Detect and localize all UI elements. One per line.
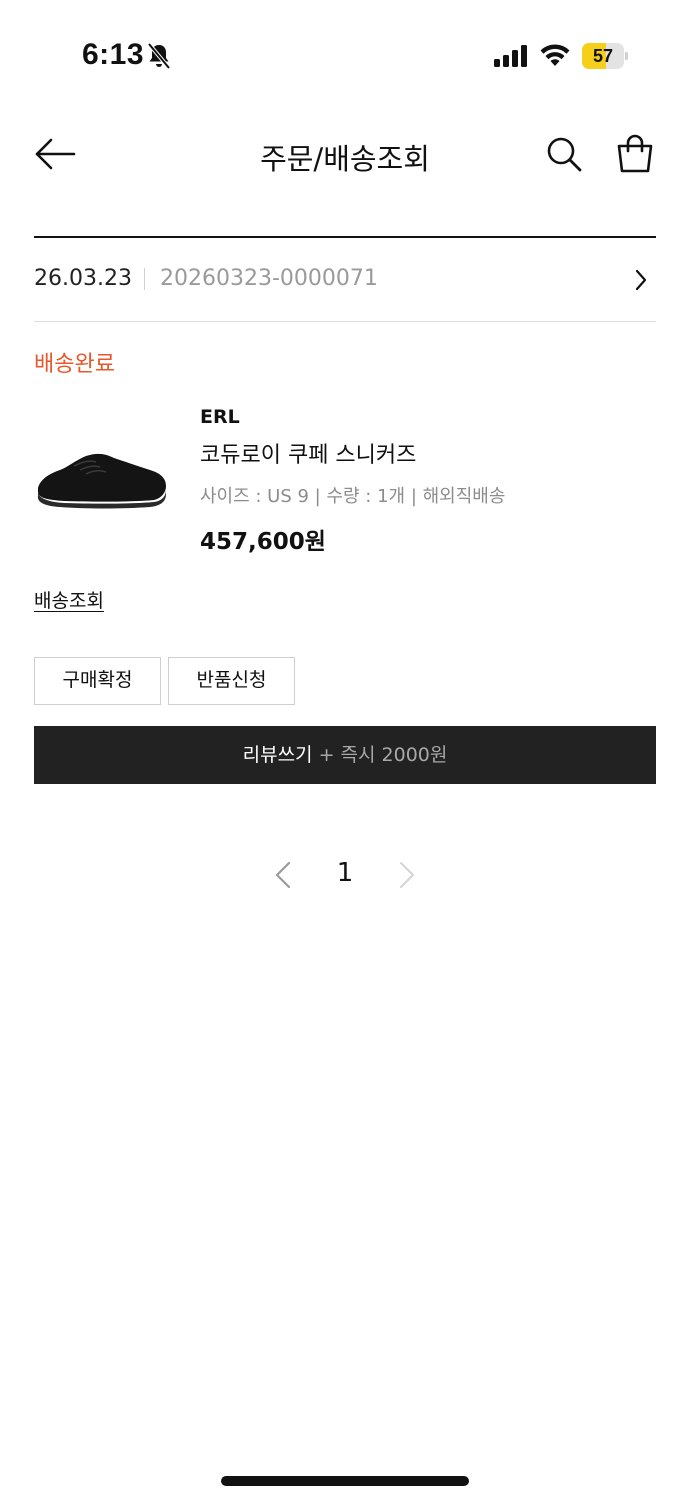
page-title: 주문/배송조회 [260, 142, 430, 176]
product-options: 사이즈 : US 9 | 수량 : 1개 | 해외직배송 [200, 486, 506, 507]
wifi-icon [540, 44, 570, 66]
battery-level: 57 [592, 46, 614, 66]
product-image[interactable] [34, 440, 170, 512]
battery-icon: 57 [582, 43, 628, 69]
status-bar: 6:13 57 [0, 0, 690, 110]
order-history-screen: 6:13 57 주문/배송조회 26.03.23 20260323-000007… [0, 0, 690, 1500]
review-button-label: 리뷰쓰기 [242, 744, 313, 766]
product-name[interactable]: 코듀로이 쿠페 스니커즈 [200, 437, 416, 469]
signal-icon [494, 45, 527, 67]
tracking-link[interactable]: 배송조회 [34, 586, 104, 613]
order-date: 26.03.23 [34, 266, 132, 291]
bell-slash-icon [147, 42, 171, 70]
status-time: 6:13 [82, 38, 145, 71]
separator [144, 268, 145, 290]
chevron-right-icon[interactable] [397, 860, 417, 890]
home-indicator [221, 1476, 469, 1486]
order-number: 20260323-0000071 [160, 266, 378, 291]
shopping-bag-icon[interactable] [615, 134, 655, 174]
chevron-right-icon[interactable] [634, 268, 648, 292]
search-icon[interactable] [546, 136, 582, 172]
header: 주문/배송조회 [0, 110, 690, 200]
write-review-button[interactable]: 리뷰쓰기 + 즉시 2000원 [34, 726, 656, 784]
confirm-purchase-button[interactable]: 구매확정 [34, 657, 161, 705]
chevron-left-icon[interactable] [273, 860, 293, 890]
product-price: 457,600원 [200, 529, 326, 555]
product-brand: ERL [200, 406, 240, 428]
delivery-status: 배송완료 [34, 352, 115, 377]
order-row[interactable]: 26.03.23 20260323-0000071 [34, 238, 656, 322]
review-reward-label: + 즉시 2000원 [312, 744, 448, 766]
pagination: 1 [0, 852, 690, 898]
return-request-button[interactable]: 반품신청 [168, 657, 295, 705]
page-number-current[interactable]: 1 [330, 858, 360, 888]
